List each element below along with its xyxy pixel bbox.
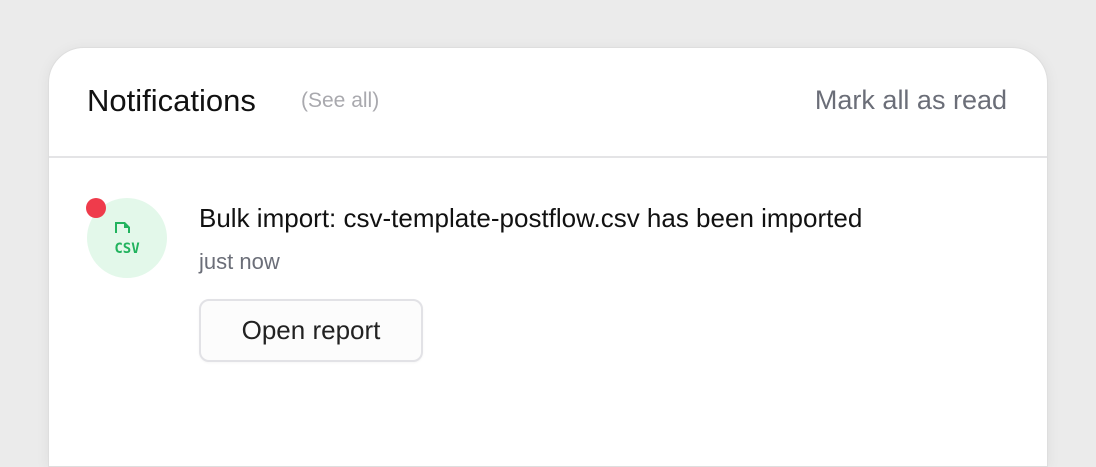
panel-title: Notifications xyxy=(87,83,256,118)
notification-message: Bulk import: csv-template-postflow.csv h… xyxy=(199,203,863,233)
notification-timestamp: just now xyxy=(199,249,280,274)
notifications-panel: Notifications (See all) Mark all as read… xyxy=(48,47,1048,467)
see-all-link[interactable]: (See all) xyxy=(301,88,379,114)
open-report-button[interactable]: Open report xyxy=(199,299,423,362)
csv-icon-label: CSV xyxy=(114,241,140,257)
notifications-header: Notifications (See all) Mark all as read xyxy=(49,48,1047,158)
csv-file-glyph: CSV xyxy=(114,222,140,257)
mark-all-as-read-link[interactable]: Mark all as read xyxy=(815,84,1007,116)
unread-indicator-dot xyxy=(86,198,106,218)
